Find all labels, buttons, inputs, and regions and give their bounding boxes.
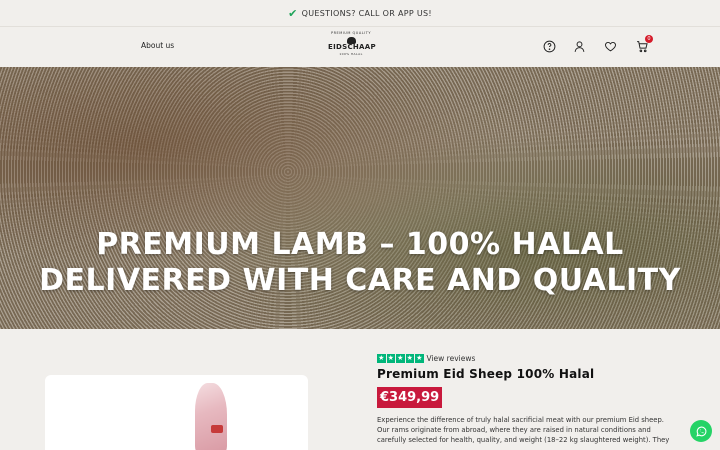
star-icon: ★ <box>405 354 414 363</box>
logo-sub-text: 100% HALAL <box>339 52 363 56</box>
star-icon: ★ <box>377 354 386 363</box>
halal-tag <box>211 425 223 433</box>
product-section: ★ ★ ★ ★ ★ View reviews Premium Eid Sheep… <box>0 329 720 450</box>
product-description: Experience the difference of truly halal… <box>377 416 670 444</box>
whatsapp-chat-button[interactable] <box>690 420 712 442</box>
site-header: About us PREMIUM QUALITY EIDSCHAAP 100% … <box>0 26 720 67</box>
view-reviews-link[interactable]: View reviews <box>427 354 476 363</box>
sheep-icon <box>347 37 356 44</box>
account-icon[interactable] <box>573 40 586 53</box>
star-rating: ★ ★ ★ ★ ★ <box>377 354 424 363</box>
star-icon: ★ <box>396 354 405 363</box>
product-image-card[interactable] <box>45 375 308 450</box>
header-icons: 0 <box>543 35 653 53</box>
product-info: ★ ★ ★ ★ ★ View reviews Premium Eid Sheep… <box>377 354 677 445</box>
hero-headline: PREMIUM LAMB – 100% HALAL DELIVERED WITH… <box>39 227 681 298</box>
product-price: €349,99 <box>377 387 443 408</box>
announcement-bar: ✔ QUESTIONS? CALL OR APP US! <box>0 0 720 26</box>
logo-name: EIDSCHAAP <box>328 43 376 51</box>
product-title: Premium Eid Sheep 100% Halal <box>377 367 595 381</box>
star-icon: ★ <box>415 354 424 363</box>
nav-about-link[interactable]: About us <box>141 41 174 50</box>
hero-banner: PREMIUM LAMB – 100% HALAL DELIVERED WITH… <box>0 67 720 329</box>
logo-arc-text: PREMIUM QUALITY <box>331 31 371 35</box>
wishlist-icon[interactable] <box>604 40 617 53</box>
check-icon: ✔ <box>288 6 298 20</box>
announcement-text: QUESTIONS? CALL OR APP US! <box>301 8 432 18</box>
star-icon: ★ <box>386 354 395 363</box>
whatsapp-icon <box>695 426 706 437</box>
lamb-carcass-image <box>195 383 227 450</box>
brand-logo[interactable]: PREMIUM QUALITY EIDSCHAAP 100% HALAL <box>328 30 376 66</box>
cart-icon[interactable]: 0 <box>636 35 653 53</box>
reviews-row: ★ ★ ★ ★ ★ View reviews <box>377 354 677 363</box>
help-icon[interactable] <box>543 40 556 53</box>
cart-count-badge: 0 <box>645 35 653 43</box>
